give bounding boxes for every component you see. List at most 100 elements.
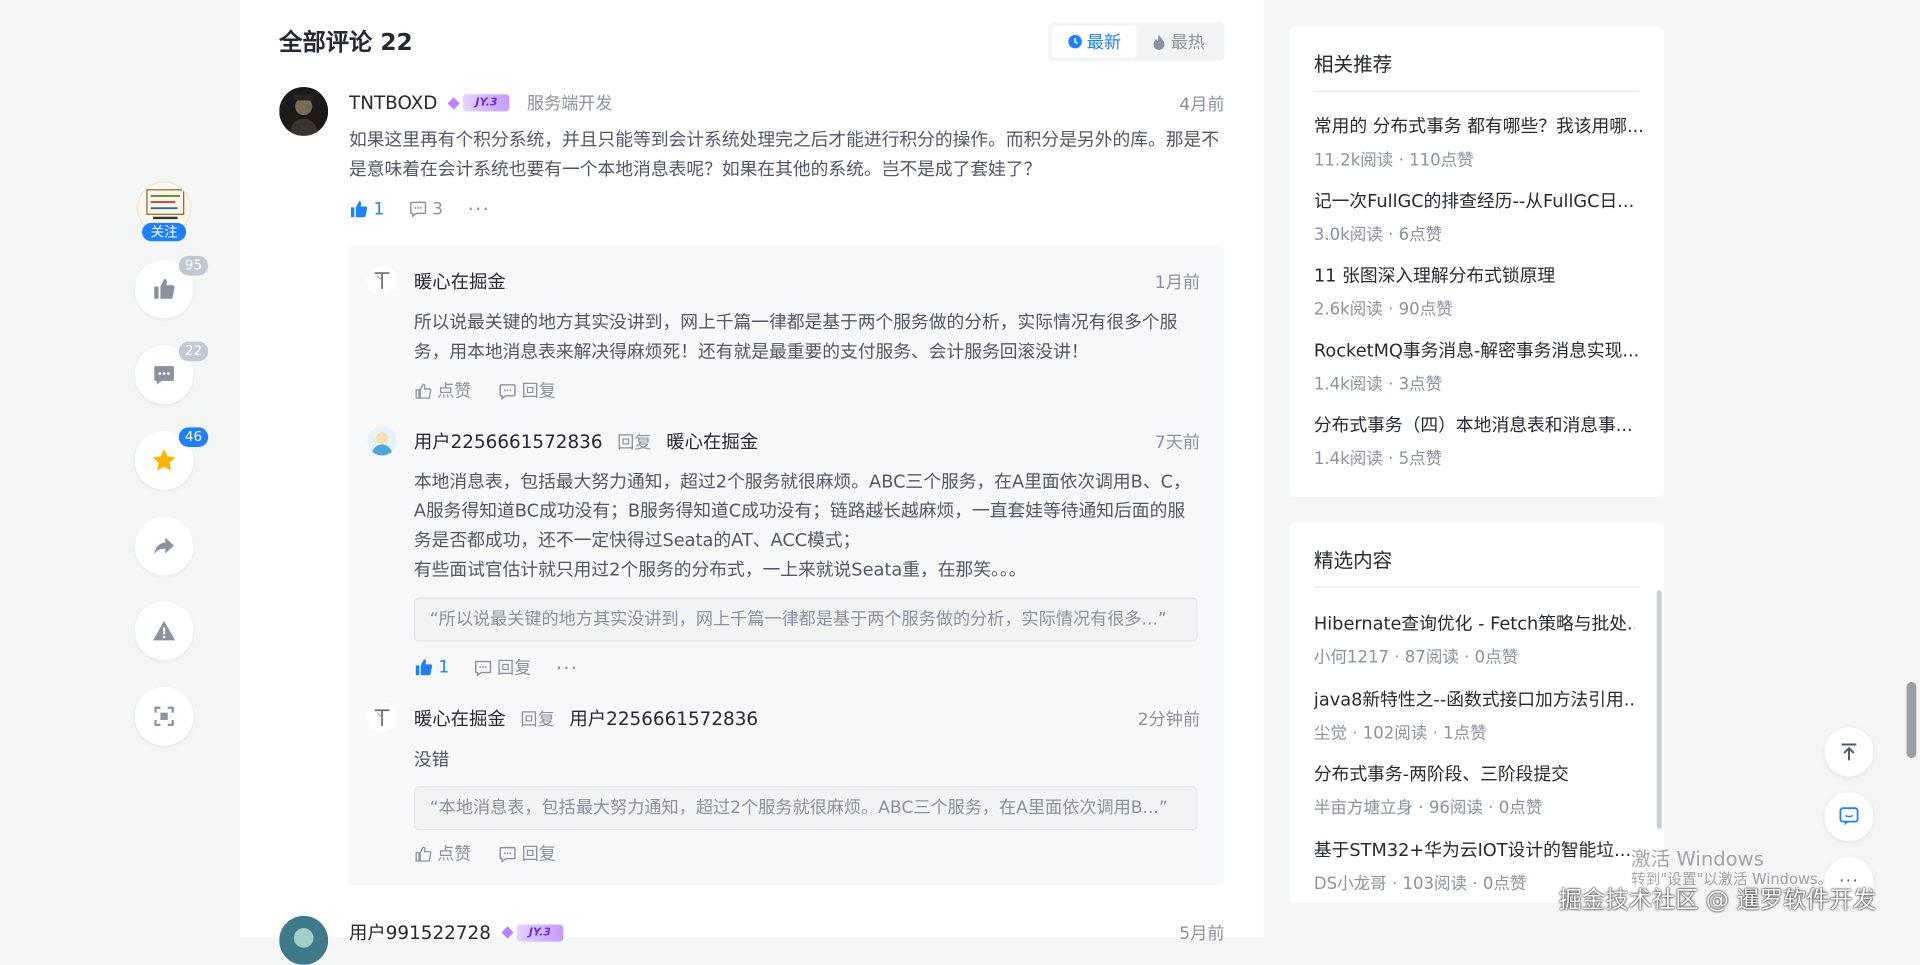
divider — [1313, 90, 1640, 92]
thumbs-up-icon — [415, 659, 433, 676]
commenter-avatar[interactable] — [279, 915, 329, 965]
report-button[interactable] — [134, 601, 194, 661]
like-button[interactable]: 95 — [134, 255, 209, 319]
follow-button[interactable]: 关注 — [142, 222, 187, 242]
arrow-up-icon — [1841, 743, 1857, 761]
comment-reply-button[interactable]: 3 — [409, 199, 443, 219]
reply-username[interactable]: 暖心在掘金 — [414, 268, 506, 294]
reply-username[interactable]: 用户2256661572836 — [414, 429, 603, 455]
comment-icon — [474, 660, 492, 677]
reply-text: 没错 — [413, 750, 450, 771]
reply-reply-button[interactable]: 回复 — [498, 378, 556, 402]
featured-item[interactable]: 分布式事务-两阶段、三阶段提交 半亩方塘立身 · 96阅读 · 0点赞 — [1314, 760, 1635, 835]
reply-time: 1月前 — [1154, 273, 1201, 293]
reply-time: 2分钟前 — [1137, 710, 1201, 730]
reply-text: 所以说最关键的地方其实没讲到，网上千篇一律都是基于两个服务做的分析，实际情况有很… — [413, 313, 1178, 363]
commenter-avatar[interactable] — [279, 86, 329, 136]
thumbs-up-outline-icon — [415, 383, 432, 399]
reply-more-button[interactable]: ··· — [556, 656, 578, 679]
reply-time: 7天前 — [1154, 433, 1201, 454]
comment-icon — [409, 201, 427, 218]
comment-icon — [499, 383, 516, 400]
commenter-name[interactable]: 用户991522728 — [349, 920, 491, 946]
reply-text: 本地消息表，包括最大努力通知，超过2个服务就很麻烦。ABC三个服务，在A里面依次… — [413, 472, 1191, 581]
reply-actions: 点赞 回复 — [414, 378, 556, 402]
user-level-badge: JY.3 — [501, 923, 564, 942]
reply-like-button[interactable]: 点赞 — [414, 378, 471, 402]
comment-like-button[interactable]: 1 — [349, 199, 384, 219]
reply-username[interactable]: 暖心在掘金 — [414, 705, 506, 731]
reply-reply-button[interactable]: 回复 — [474, 655, 531, 679]
share-icon — [154, 537, 174, 555]
reply-header: 用户2256661572836 回复 暖心在掘金 — [414, 429, 758, 455]
fullscreen-button[interactable] — [134, 686, 194, 746]
thumbs-up-outline-icon — [415, 845, 432, 862]
sort-hot-tab[interactable]: 最热 — [1136, 26, 1220, 58]
thumbs-up-icon — [154, 278, 175, 299]
related-title: 相关推荐 — [1313, 52, 1393, 76]
thumbs-up-icon — [350, 200, 368, 217]
reply-quote: “所以说最关键的地方其实没讲到，网上千篇一律都是基于两个服务做的分析，实际情况有… — [413, 597, 1198, 642]
reply-avatar[interactable] — [367, 702, 397, 733]
diamond-icon — [501, 926, 514, 939]
reply-actions: 点赞 回复 — [414, 841, 556, 865]
feedback-button[interactable] — [1824, 792, 1874, 842]
comment-time: 5月前 — [1179, 924, 1225, 945]
reply-actions: 1 回复 ··· — [414, 655, 578, 679]
diamond-icon — [447, 96, 461, 109]
comment-header: TNTBOXD JY.3 服务端开发 — [349, 91, 613, 115]
chat-icon — [1839, 807, 1859, 826]
reply-avatar[interactable] — [367, 265, 397, 296]
featured-list: Hibernate查询优化 - Fetch策略与批处... 小何1217 · 8… — [1314, 610, 1635, 911]
related-item[interactable]: RocketMQ事务消息-解密事务消息实现... 1.4k阅读 · 3点赞 — [1314, 337, 1645, 412]
reply-target-username[interactable]: 用户2256661572836 — [569, 705, 758, 731]
like-count-badge: 95 — [178, 255, 209, 276]
comment-icon — [499, 846, 516, 863]
reply-like-button[interactable]: 点赞 — [414, 841, 471, 865]
comment-header: 用户991522728 JY.3 — [349, 920, 564, 946]
warning-icon — [153, 620, 176, 641]
related-item[interactable]: 常用的 分布式事务 都有哪些？我该用哪... 11.2k阅读 · 110点赞 — [1314, 113, 1645, 188]
comment-more-button[interactable]: ··· — [468, 197, 490, 220]
commenter-name[interactable]: TNTBOXD — [349, 92, 437, 114]
featured-title: 精选内容 — [1313, 548, 1393, 572]
related-item[interactable]: 分布式事务（四）本地消息表和消息事... 1.4k阅读 · 5点赞 — [1314, 411, 1645, 486]
related-card: 相关推荐 常用的 分布式事务 都有哪些？我该用哪... 11.2k阅读 · 11… — [1289, 26, 1665, 498]
commenter-job: 服务端开发 — [526, 94, 613, 114]
comments-title: 全部评论 22 — [279, 29, 413, 57]
comments-panel: 全部评论 22 最新 最热 TNTBOXD JY.3 服务端开发 4月前 如果这… — [240, 0, 1264, 965]
clock-icon — [1067, 34, 1082, 49]
reply-target-username[interactable]: 暖心在掘金 — [666, 429, 758, 455]
comment-button[interactable]: 22 — [134, 341, 209, 405]
featured-scrollbar[interactable] — [1656, 590, 1662, 829]
featured-card: 精选内容 Hibernate查询优化 - Fetch策略与批处... 小何121… — [1289, 522, 1665, 903]
featured-item[interactable]: Hibernate查询优化 - Fetch策略与批处... 小何1217 · 8… — [1314, 610, 1635, 685]
share-button[interactable] — [134, 516, 194, 576]
comment-actions: 1 3 ··· — [349, 197, 490, 220]
star-icon — [152, 449, 176, 471]
user-level-badge: JY.3 — [447, 94, 510, 112]
reply-avatar[interactable] — [367, 426, 397, 456]
page-scrollbar-thumb[interactable] — [1906, 682, 1917, 758]
author-follow[interactable]: 关注 — [137, 181, 192, 242]
back-to-top-button[interactable] — [1824, 727, 1874, 777]
collect-button[interactable]: 46 — [134, 427, 209, 490]
reply-reply-button[interactable]: 回复 — [498, 841, 556, 865]
related-item[interactable]: 记一次FullGC的排查经历--从FullGC日... 3.0k阅读 · 6点赞 — [1314, 187, 1645, 262]
featured-item[interactable]: java8新特性之--函数式接口加方法引用... 尘觉 · 102阅读 · 1点… — [1314, 685, 1635, 760]
fire-icon — [1153, 33, 1165, 50]
related-list: 常用的 分布式事务 都有哪些？我该用哪... 11.2k阅读 · 110点赞 记… — [1314, 113, 1645, 486]
related-item[interactable]: 11 张图深入理解分布式锁原理 2.6k阅读 · 90点赞 — [1314, 262, 1645, 337]
sort-toggle: 最新 最热 — [1048, 22, 1225, 62]
site-watermark: 掘金技术社区 @ 暹罗软件开发 — [1558, 886, 1877, 914]
comment-time: 4月前 — [1179, 95, 1225, 116]
sort-latest-tab[interactable]: 最新 — [1051, 25, 1137, 58]
reply-like-button[interactable]: 1 — [414, 658, 449, 677]
reply-list: 暖心在掘金 1月前 所以说最关键的地方其实没讲到，网上千篇一律都是基于两个服务做… — [347, 244, 1225, 886]
comment-icon — [154, 366, 174, 385]
divider — [1313, 586, 1640, 588]
reply-header: 暖心在掘金 回复 用户2256661572836 — [414, 705, 758, 731]
comment-text: 如果这里再有个积分系统，并且只能等到会计系统处理完之后才能进行积分的操作。而积分… — [348, 131, 1219, 181]
comment-count-badge: 22 — [178, 341, 209, 362]
reply-quote: “本地消息表，包括最大努力通知，超过2个服务就很麻烦。ABC三个服务，在A里面依… — [413, 786, 1198, 831]
